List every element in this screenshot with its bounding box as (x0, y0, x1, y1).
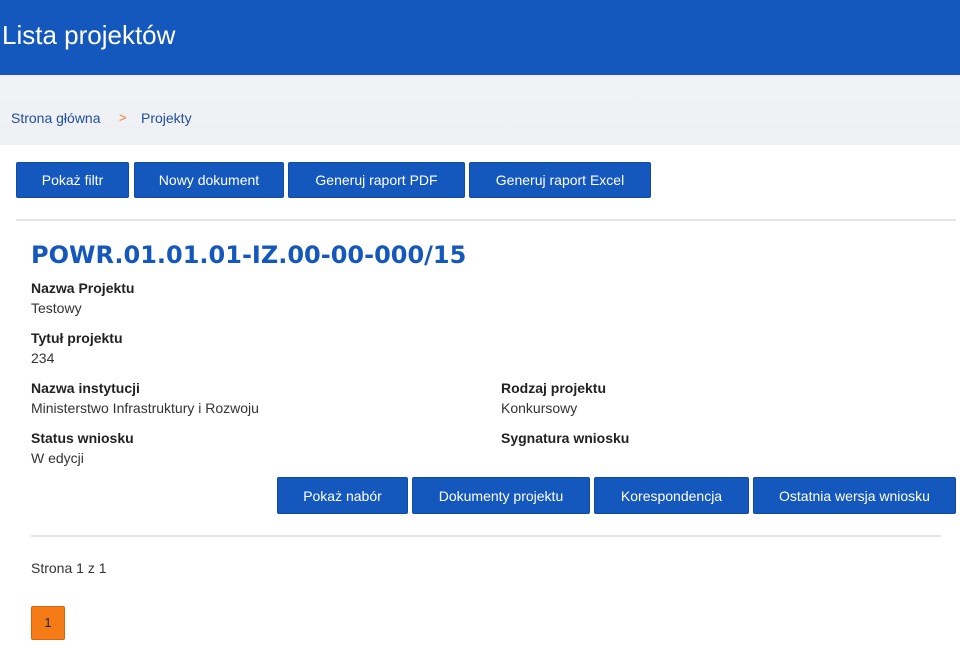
pagination-summary: Strona 1 z 1 (31, 560, 107, 576)
project-type-value: Konkursowy (501, 400, 578, 416)
institution-name-value: Ministerstwo Infrastruktury i Rozwoju (31, 400, 259, 416)
page: Lista projektów Strona główna > Projekty… (0, 0, 960, 648)
application-signature-label: Sygnatura wniosku (501, 430, 630, 446)
page-1-button[interactable]: 1 (31, 606, 65, 640)
project-documents-button[interactable]: Dokumenty projektu (412, 477, 590, 514)
correspondence-button[interactable]: Korespondencja (594, 477, 749, 514)
breadcrumb-projects-link[interactable]: Projekty (141, 109, 192, 127)
new-document-button[interactable]: Nowy dokument (134, 162, 284, 198)
latest-application-version-button[interactable]: Ostatnia wersja wniosku (753, 477, 956, 514)
breadcrumb-home-link[interactable]: Strona główna (11, 109, 101, 127)
project-title-value: 234 (31, 350, 55, 366)
page-header: Lista projektów (0, 0, 960, 75)
project-name-value: Testowy (31, 300, 82, 316)
page-title: Lista projektów (2, 20, 176, 50)
toolbar-divider (16, 219, 956, 221)
breadcrumb-separator: > (119, 110, 127, 125)
institution-name-label: Nazwa instytucji (31, 380, 140, 396)
application-status-value: W edycji (31, 450, 84, 466)
application-status-label: Status wniosku (31, 430, 134, 446)
show-filter-button[interactable]: Pokaż filtr (16, 162, 129, 198)
generate-pdf-report-button[interactable]: Generuj raport PDF (288, 162, 465, 198)
project-name-label: Nazwa Projektu (31, 280, 135, 296)
show-call-button[interactable]: Pokaż nabór (277, 477, 408, 514)
project-type-label: Rodzaj projektu (501, 380, 607, 396)
pagination-divider (31, 535, 941, 537)
generate-excel-report-button[interactable]: Generuj raport Excel (469, 162, 651, 198)
project-title-label: Tytuł projektu (31, 330, 123, 346)
breadcrumb: Strona główna > Projekty (0, 75, 960, 145)
project-id-title: POWR.01.01.01-IZ.00-00-000/15 (31, 241, 467, 269)
